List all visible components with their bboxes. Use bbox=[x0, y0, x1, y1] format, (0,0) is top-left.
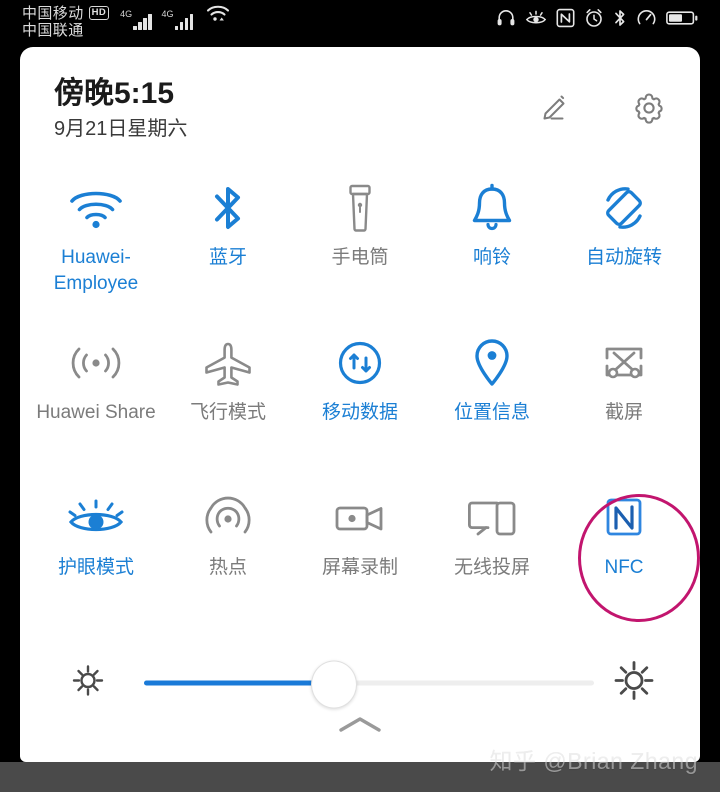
wifi-icon bbox=[68, 179, 124, 237]
airplane-icon bbox=[201, 334, 255, 392]
brightness-slider-track[interactable] bbox=[144, 660, 594, 708]
panel-header: 傍晚5:15 9月21日星期六 bbox=[20, 47, 700, 159]
brightness-slider-thumb[interactable] bbox=[311, 660, 357, 708]
header-actions bbox=[536, 89, 668, 127]
toggle-label-eye-comfort: 护眼模式 bbox=[57, 557, 134, 578]
clock-date: 9月21日星期六 bbox=[54, 118, 188, 140]
flashlight-icon bbox=[343, 179, 377, 237]
toggle-huawei-share[interactable]: Huawei Share bbox=[30, 330, 162, 426]
data-saver-icon bbox=[636, 8, 657, 28]
toggle-hotspot[interactable]: 热点 bbox=[162, 485, 294, 581]
status-bar: 中国移动 HD 中国联通 4G 4G bbox=[0, 0, 720, 47]
toggle-bluetooth[interactable]: 蓝牙 bbox=[162, 175, 294, 271]
headphones-icon bbox=[496, 8, 516, 28]
toggle-label-location: 位置信息 bbox=[453, 402, 530, 423]
carrier-primary-label: 中国移动 bbox=[22, 5, 84, 22]
phone-screen: 中国移动 HD 中国联通 4G 4G 傍晚5:15 9月21日星期六 Huawe… bbox=[0, 0, 720, 792]
toggle-label-huawei-share: Huawei Share bbox=[36, 402, 156, 423]
collapse-panel-button[interactable] bbox=[325, 710, 395, 744]
toggle-label-auto-rotate: 自动旋转 bbox=[585, 247, 662, 268]
mobile-data-icon bbox=[334, 334, 386, 392]
carrier-names: 中国移动 HD 中国联通 bbox=[22, 3, 110, 40]
toggle-wifi[interactable]: Huawei-Employee bbox=[30, 175, 162, 297]
toggle-eye-comfort[interactable]: 护眼模式 bbox=[30, 485, 162, 581]
toggle-label-ring: 响铃 bbox=[472, 247, 511, 268]
eye-comfort-icon bbox=[525, 8, 547, 28]
cast-icon bbox=[464, 489, 520, 547]
brightness-high-icon[interactable] bbox=[610, 657, 658, 710]
carrier-primary-line: 中国移动 HD bbox=[22, 5, 110, 23]
alarm-icon bbox=[584, 8, 604, 28]
toggle-nfc[interactable]: NFC bbox=[558, 485, 690, 581]
watermark: 知乎 @Brian Zhang bbox=[489, 748, 698, 774]
toggle-label-bluetooth: 蓝牙 bbox=[208, 247, 247, 268]
brightness-low-icon[interactable] bbox=[68, 661, 108, 706]
status-bar-right bbox=[496, 8, 698, 28]
toggle-mobile-data[interactable]: 移动数据 bbox=[294, 330, 426, 426]
video-camera-icon bbox=[332, 489, 388, 547]
bell-icon bbox=[469, 179, 515, 237]
clock-time: 傍晚5:15 bbox=[54, 77, 175, 110]
toggle-screenshot[interactable]: 截屏 bbox=[558, 330, 690, 426]
network-type-label-1: 4G bbox=[120, 9, 133, 19]
gear-icon bbox=[635, 93, 663, 124]
toggle-label-nfc: NFC bbox=[604, 557, 644, 578]
toggle-label-screen-recorder: 屏幕录制 bbox=[321, 557, 398, 578]
toggle-label-screenshot: 截屏 bbox=[604, 402, 643, 423]
toggle-row-1: Huawei-Employee 蓝牙 手电筒 响铃 自动旋转 bbox=[30, 175, 690, 330]
toggle-flashlight[interactable]: 手电筒 bbox=[294, 175, 426, 271]
brightness-slider-fill bbox=[144, 680, 333, 686]
toggle-label-hotspot: 热点 bbox=[208, 557, 247, 578]
quick-settings-panel: 傍晚5:15 9月21日星期六 Huawei-Employee 蓝牙 手电筒 响… bbox=[20, 47, 700, 762]
toggle-ring[interactable]: 响铃 bbox=[426, 175, 558, 271]
signal-bars-icon-2 bbox=[174, 13, 195, 30]
hd-badge: HD bbox=[88, 6, 110, 21]
hotspot-icon bbox=[201, 489, 255, 547]
edit-button[interactable] bbox=[536, 89, 574, 127]
nfc-icon bbox=[556, 8, 575, 28]
clock-block: 傍晚5:15 9月21日星期六 bbox=[54, 77, 187, 141]
bluetooth-icon bbox=[211, 179, 245, 237]
location-pin-icon bbox=[471, 334, 513, 392]
toggle-screen-recorder[interactable]: 屏幕录制 bbox=[294, 485, 426, 581]
status-bar-left: 中国移动 HD 中国联通 4G 4G bbox=[22, 3, 231, 47]
toggle-label-flashlight: 手电筒 bbox=[331, 247, 389, 268]
toggle-label-mobile-data: 移动数据 bbox=[321, 402, 398, 423]
battery-icon bbox=[666, 9, 698, 27]
bluetooth-icon bbox=[613, 8, 627, 28]
pencil-icon bbox=[543, 95, 565, 120]
signal-bars-icon-1 bbox=[133, 13, 153, 30]
chevron-up-icon bbox=[333, 713, 387, 742]
screenshot-icon bbox=[597, 334, 651, 392]
signal-indicators: 4G 4G bbox=[120, 3, 231, 34]
auto-rotate-icon bbox=[598, 179, 650, 237]
toggle-wireless-projection[interactable]: 无线投屏 bbox=[426, 485, 558, 581]
toggle-label-wireless-projection: 无线投屏 bbox=[453, 557, 530, 578]
settings-button[interactable] bbox=[630, 89, 668, 127]
network-type-label-2: 4G bbox=[161, 9, 174, 19]
wifi-status-icon bbox=[205, 3, 231, 30]
brightness-control bbox=[20, 647, 700, 719]
signal-sim1: 4G bbox=[120, 9, 153, 30]
toggle-label-wifi: Huawei-Employee bbox=[53, 247, 139, 294]
toggle-label-airplane-mode: 飞行模式 bbox=[189, 402, 266, 423]
toggle-row-2: Huawei Share 飞行模式 移动数据 位置信息 截屏 bbox=[30, 330, 690, 485]
toggle-grid: Huawei-Employee 蓝牙 手电筒 响铃 自动旋转 Huawei Sh… bbox=[20, 159, 700, 640]
toggle-row-3: 护眼模式 热点 屏幕录制 无线投屏 NFC bbox=[30, 485, 690, 640]
toggle-location[interactable]: 位置信息 bbox=[426, 330, 558, 426]
nfc-icon bbox=[601, 489, 647, 547]
toggle-airplane-mode[interactable]: 飞行模式 bbox=[162, 330, 294, 426]
carrier-secondary-label: 中国联通 bbox=[22, 21, 84, 39]
huawei-share-icon bbox=[69, 334, 123, 392]
toggle-auto-rotate[interactable]: 自动旋转 bbox=[558, 175, 690, 271]
signal-sim2: 4G bbox=[162, 9, 195, 30]
eye-comfort-icon bbox=[67, 489, 125, 547]
